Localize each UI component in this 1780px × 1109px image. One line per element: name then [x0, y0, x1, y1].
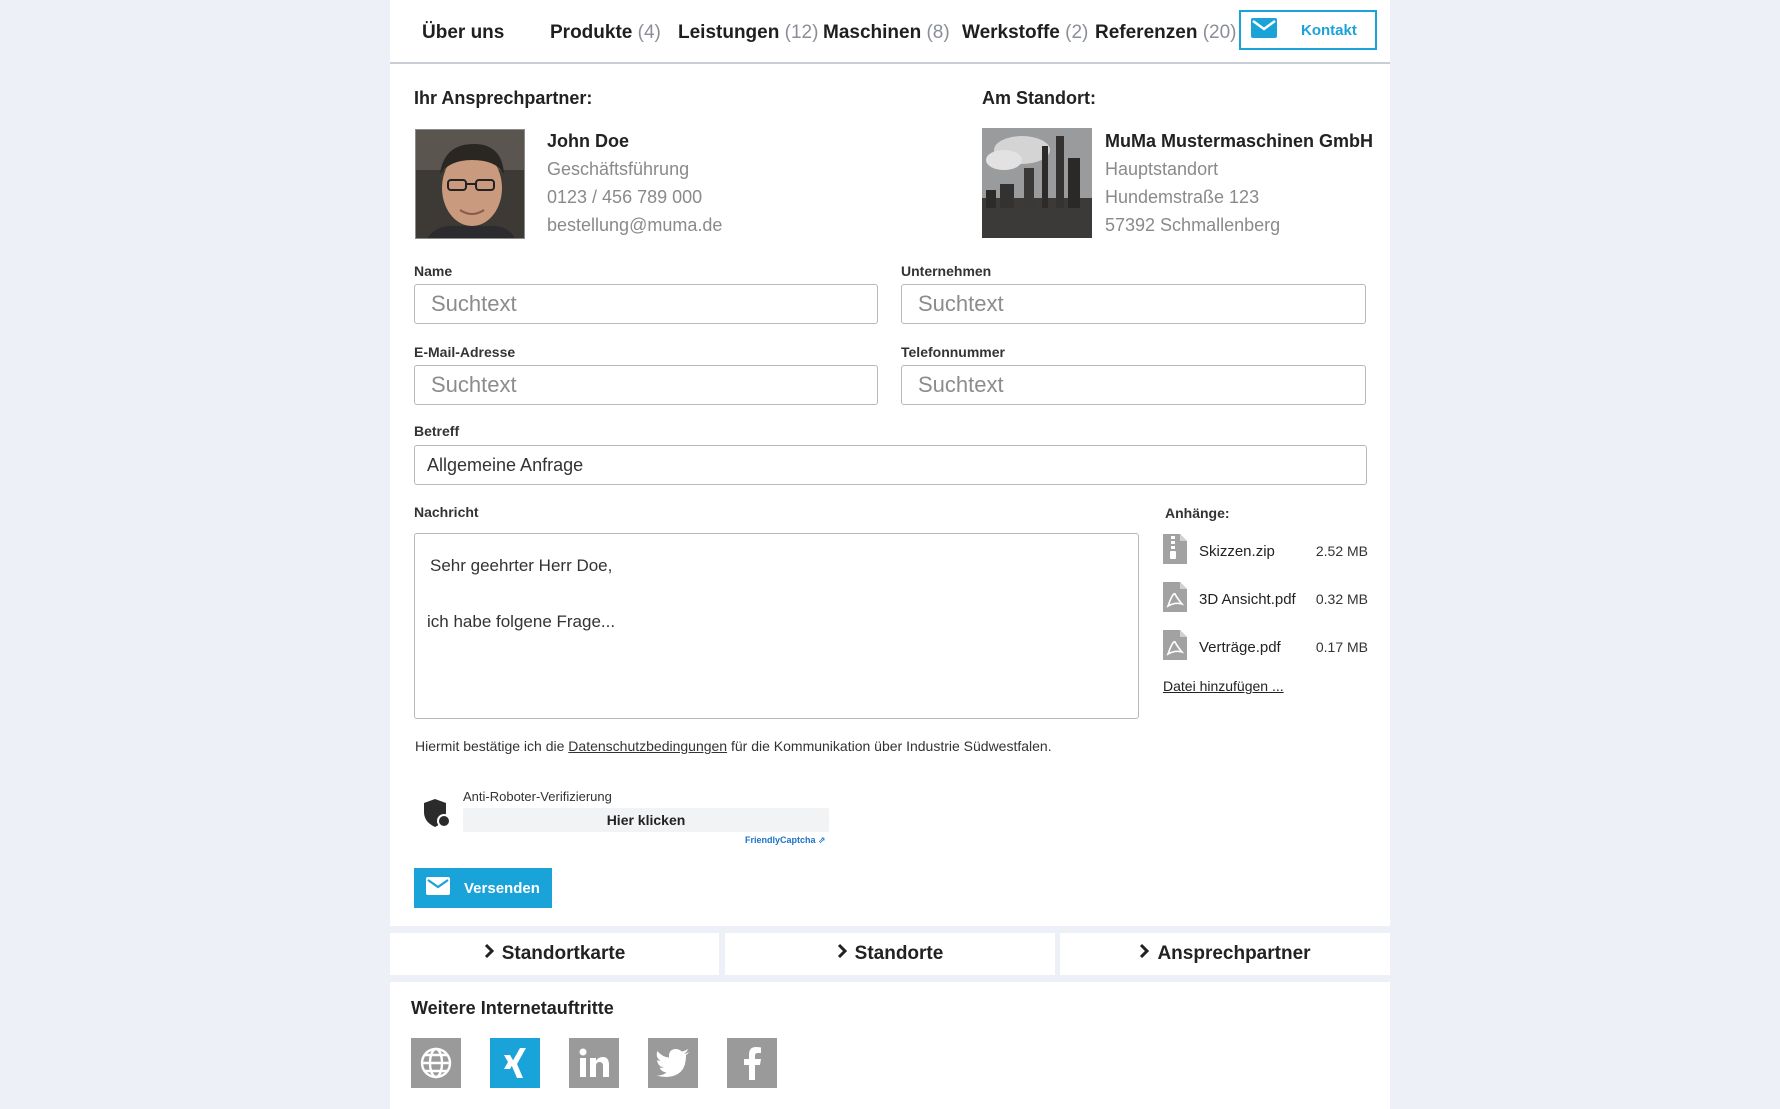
- chevron-right-icon: [837, 943, 847, 965]
- contact-person-name: John Doe: [547, 131, 630, 151]
- contact-person-info: John Doe Geschäftsführung 0123 / 456 789…: [547, 127, 722, 239]
- message-label: Nachricht: [414, 504, 479, 520]
- footer-title: Weitere Internetauftritte: [411, 998, 614, 1018]
- facebook-icon[interactable]: [727, 1038, 777, 1088]
- nav-item-produkte[interactable]: Produkte (4): [550, 22, 661, 44]
- zip-file-icon: [1163, 534, 1187, 568]
- footer-web-presence: Weitere Internetauftritte: [390, 982, 1390, 1109]
- nav-count: (4): [637, 22, 661, 43]
- subject-label: Betreff: [414, 423, 460, 439]
- attachment-size: 2.52 MB: [1315, 543, 1368, 559]
- envelope-icon: [1251, 18, 1277, 42]
- privacy-consent-text: Hiermit bestätige ich die Datenschutzbed…: [415, 738, 1052, 754]
- attachment-item[interactable]: Skizzen.zip 2.52 MB: [1163, 534, 1368, 568]
- tab-standortkarte[interactable]: Standortkarte: [390, 933, 719, 975]
- phone-label: Telefonnummer: [901, 344, 1005, 360]
- attachment-size: 0.17 MB: [1315, 639, 1368, 655]
- message-line: Sehr geehrter Herr Doe,: [430, 556, 613, 575]
- xing-icon[interactable]: [490, 1038, 540, 1088]
- nav-item-leistungen[interactable]: Leistungen (12): [678, 22, 818, 44]
- tab-standorte[interactable]: Standorte: [725, 933, 1055, 975]
- message-line: ich habe folgene Frage...: [427, 612, 616, 631]
- twitter-icon[interactable]: [648, 1038, 698, 1088]
- captcha-button[interactable]: Hier klicken: [463, 808, 829, 832]
- nav-item-referenzen[interactable]: Referenzen (20): [1095, 22, 1237, 44]
- phone-input[interactable]: [901, 365, 1366, 405]
- attachment-name: Skizzen.zip: [1199, 542, 1275, 560]
- subject-input[interactable]: [414, 445, 1367, 485]
- envelope-icon: [426, 877, 450, 899]
- chevron-right-icon: [1139, 943, 1150, 965]
- company-label: Unternehmen: [901, 263, 992, 279]
- attachment-item[interactable]: Verträge.pdf 0.17 MB: [1163, 630, 1368, 664]
- contact-button-label: Kontakt: [1301, 21, 1357, 39]
- nav-item-ueber-uns[interactable]: Über uns: [422, 22, 504, 44]
- send-button-label: Versenden: [464, 879, 540, 897]
- location-type: Hauptstandort: [1105, 159, 1219, 179]
- nav-item-werkstoffe[interactable]: Werkstoffe (2): [962, 22, 1088, 44]
- attachments-title: Anhänge:: [1165, 505, 1230, 521]
- captcha-label: Anti-Roboter-Verifizierung: [463, 789, 612, 804]
- contact-person-photo: [415, 129, 525, 239]
- globe-icon[interactable]: [411, 1038, 461, 1088]
- contact-person-role: Geschäftsführung: [547, 159, 690, 179]
- nav-count: (20): [1202, 22, 1237, 43]
- chevron-right-icon: [484, 943, 494, 965]
- attachment-item[interactable]: 3D Ansicht.pdf 0.32 MB: [1163, 582, 1368, 616]
- location-city: 57392 Schmallenberg: [1105, 215, 1281, 235]
- tab-ansprechpartner[interactable]: Ansprechpartner: [1060, 933, 1390, 975]
- email-label: E-Mail-Adresse: [414, 344, 516, 360]
- contact-person-email[interactable]: bestellung@muma.de: [547, 211, 722, 239]
- send-button[interactable]: Versenden: [414, 868, 552, 908]
- location-info: MuMa Mustermaschinen GmbH Hauptstandort …: [1105, 127, 1373, 239]
- nav-count: (8): [926, 22, 950, 43]
- location-photo: [982, 128, 1092, 238]
- location-street: Hundemstraße 123: [1105, 187, 1260, 207]
- contact-button[interactable]: Kontakt: [1239, 10, 1377, 50]
- shield-icon: [423, 798, 451, 833]
- name-input[interactable]: [414, 284, 878, 324]
- attachment-size: 0.32 MB: [1315, 591, 1368, 607]
- contact-form-card: Ihr Ansprechpartner: John Doe Geschäftsf…: [390, 64, 1390, 926]
- location-title: Am Standort:: [982, 88, 1096, 108]
- location-company: MuMa Mustermaschinen GmbH: [1105, 131, 1374, 151]
- company-input[interactable]: [901, 284, 1366, 324]
- captcha-brand-link[interactable]: FriendlyCaptcha ⇗: [745, 835, 826, 846]
- contact-person-title: Ihr Ansprechpartner:: [414, 88, 593, 108]
- nav-count: (2): [1065, 22, 1089, 43]
- attachment-name: Verträge.pdf: [1199, 638, 1281, 656]
- linkedin-icon[interactable]: [569, 1038, 619, 1088]
- pdf-file-icon: [1163, 630, 1187, 664]
- nav-item-maschinen[interactable]: Maschinen (8): [823, 22, 950, 44]
- top-navigation: Über uns Produkte (4) Leistungen (12) Ma…: [390, 0, 1390, 64]
- privacy-policy-link[interactable]: Datenschutzbedingungen: [568, 738, 727, 754]
- nav-count: (12): [784, 22, 819, 43]
- contact-person-phone: 0123 / 456 789 000: [547, 187, 703, 207]
- attachment-name: 3D Ansicht.pdf: [1199, 590, 1296, 608]
- add-file-link[interactable]: Datei hinzufügen ...: [1163, 678, 1284, 694]
- message-textarea[interactable]: Sehr geehrter Herr Doe, ich habe folgene…: [414, 533, 1139, 719]
- name-label: Name: [414, 263, 453, 279]
- pdf-file-icon: [1163, 582, 1187, 616]
- email-input[interactable]: [414, 365, 878, 405]
